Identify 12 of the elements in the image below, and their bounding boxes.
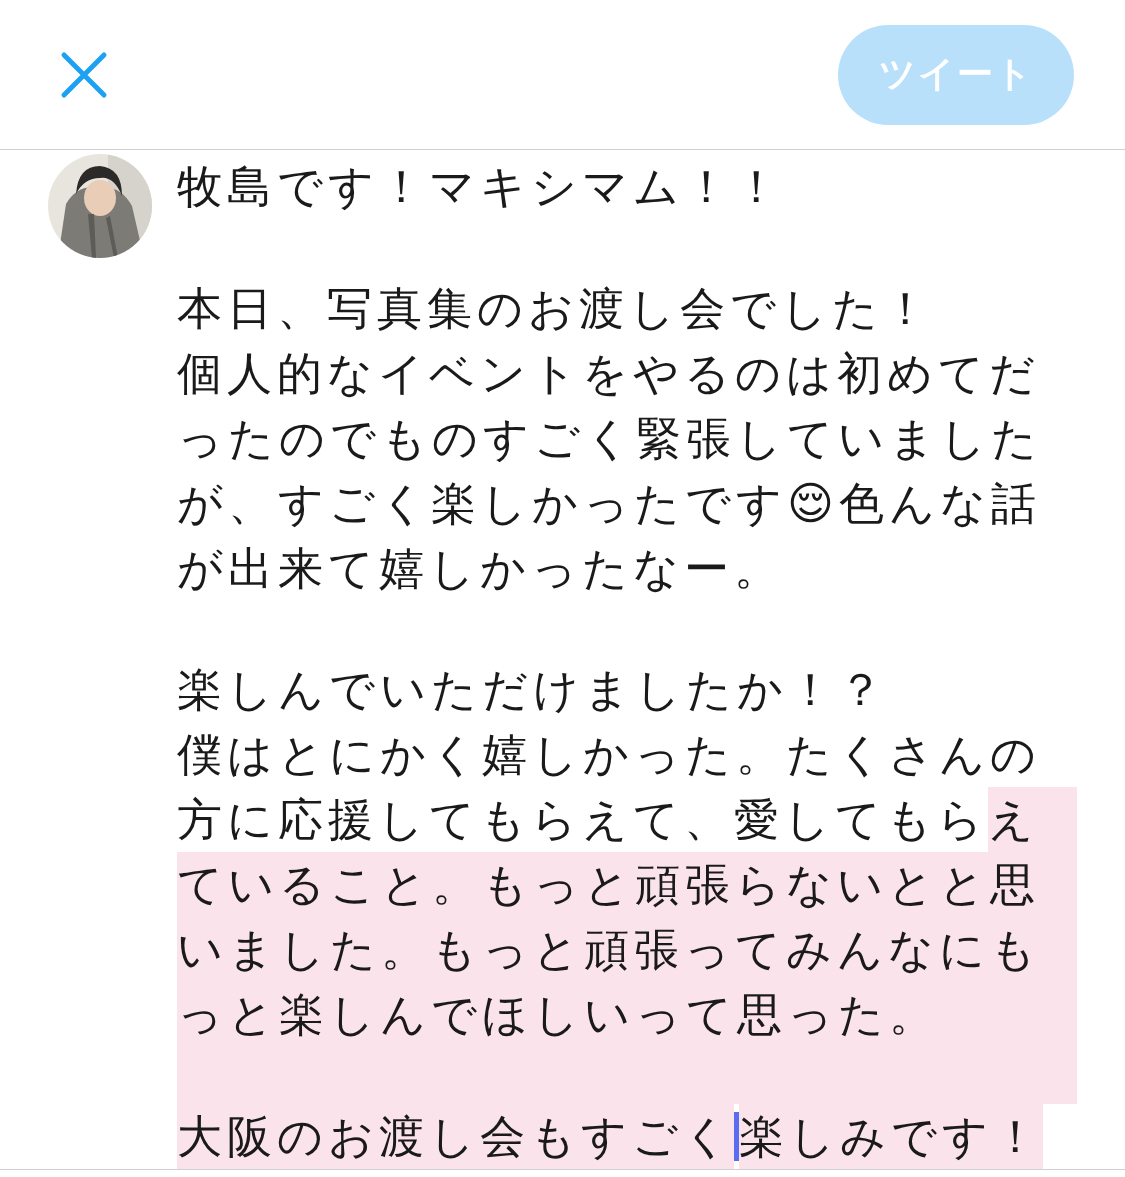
tweet-button[interactable]: ツイート <box>838 24 1074 125</box>
text-line: が出来て嬉しかったなー。 <box>177 540 784 597</box>
text-line: が、すごく楽しかったです😌色んな話 <box>177 475 1041 532</box>
text-line: 僕はとにかく嬉しかった。たくさんの <box>177 727 1041 784</box>
text-line: 方に応援してもらえて、愛してもら <box>177 792 988 849</box>
text-line: 楽しんでいただけましたか！？ <box>177 662 888 719</box>
close-icon <box>60 50 108 99</box>
text-cursor <box>734 1112 739 1161</box>
text-line: 牧島です！マキシマム！！ <box>177 159 784 215</box>
text-line: 個人的なイベントをやるのは初めてだ <box>177 345 1040 402</box>
text-line: ったのでものすごく緊張していました <box>177 410 1042 467</box>
text-line: 本日、写真集のお渡し会でした！ <box>177 280 933 337</box>
